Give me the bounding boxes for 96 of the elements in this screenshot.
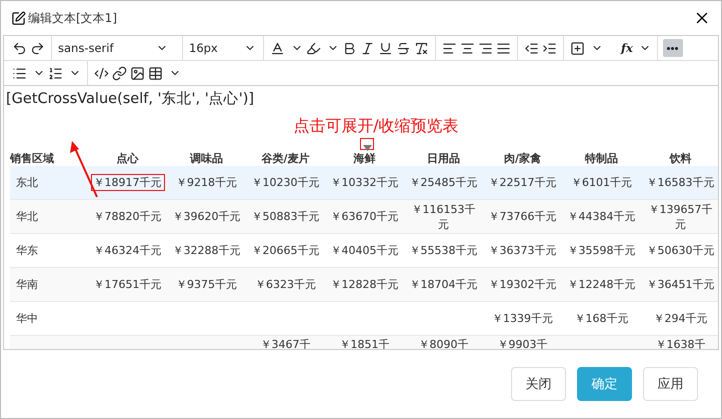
align-left-icon [442, 40, 457, 56]
value-cell-text: ￥10332千元 [330, 175, 400, 190]
expand-toggle-button[interactable] [360, 138, 374, 150]
value-cell-text: ￥20665千元 [250, 243, 320, 258]
value-cell-text: ￥50630千元 [646, 243, 716, 258]
value-cell: ￥18917千元 [90, 174, 164, 191]
value-cell-text: ￥168千元 [574, 311, 630, 326]
value-cell-text: ￥8090千 [418, 337, 470, 349]
value-cell-text: ￥9903千 [496, 337, 548, 349]
highlight-icon [306, 40, 321, 56]
region-cell: 华南 [16, 278, 38, 291]
value-cell-text: ￥18704千元 [408, 277, 478, 292]
value-cell-text: ￥73766千元 [488, 209, 558, 224]
table-row[interactable]: 华北 ￥78820千元 ￥39620千元 ￥50883千元 ￥63670千元 ￥116153千元 ￥73766千元 ￥44384千元 ￥139657千元 [10, 200, 718, 234]
value-cell-text: ￥1638千 [654, 337, 706, 349]
font-dropdown[interactable]: sans-serif [57, 39, 169, 57]
more-icon [667, 46, 678, 50]
image-icon [130, 66, 145, 80]
value-cell-text: ￥63670千元 [330, 209, 400, 224]
column-header: 调味品 [167, 150, 246, 166]
value-cell-text: ￥12248千元 [566, 277, 636, 292]
column-header: 日用品 [404, 150, 483, 166]
value-cell-text: ￥50883千元 [250, 209, 320, 224]
clear-format-icon [414, 40, 429, 56]
table-icon [148, 66, 163, 80]
link-icon [112, 66, 127, 80]
column-header: 饮料 [641, 150, 718, 166]
annotation-text: 点击可展开/收缩预览表 [292, 115, 460, 136]
numbered-list-icon [48, 66, 63, 80]
value-cell-text: ￥116153千元 [410, 202, 476, 232]
align-center-icon [460, 40, 475, 56]
value-cell-text: ￥35598千元 [566, 243, 636, 258]
align-right-icon [478, 40, 493, 56]
strikethrough-icon [396, 40, 411, 56]
value-cell-text: ￥12828千元 [330, 277, 400, 292]
value-cell-text: ￥25485千元 [408, 175, 478, 190]
italic-icon [360, 40, 375, 56]
triangle-icon [362, 145, 372, 151]
justify-icon [496, 40, 511, 56]
font-color-icon [270, 40, 285, 56]
value-cell-text: ￥32288千元 [172, 243, 242, 258]
font-size-dropdown[interactable]: 16px [188, 39, 257, 57]
outdent-icon [524, 40, 539, 56]
value-cell-text: ￥1851千 [338, 337, 390, 349]
region-cell: 华东 [16, 244, 38, 257]
region-cell: 东北 [16, 176, 38, 189]
value-cell-text: ￥39620千元 [172, 209, 242, 224]
value-cell-text: ￥9218千元 [175, 175, 238, 190]
column-header: 特制品 [562, 150, 641, 166]
column-header: 点心 [88, 150, 167, 166]
column-header: 销售区域 [10, 150, 88, 166]
value-cell-text: ￥17651千元 [92, 277, 162, 292]
annotation-arrow [70, 141, 100, 199]
value-cell-text: ￥9375千元 [175, 277, 238, 292]
value-cell-text: ￥16583千元 [646, 175, 716, 190]
value-cell-text: ￥1339千元 [491, 311, 554, 326]
region-cell: 华北 [16, 210, 38, 223]
code-icon [94, 66, 109, 80]
insert-text-box-icon [570, 40, 585, 56]
value-cell-text: ￥55538千元 [408, 243, 478, 258]
undo-icon [12, 40, 27, 56]
value-cell-text: ￥36373千元 [488, 243, 558, 258]
underline-icon [378, 40, 393, 56]
table-row[interactable]: 华中 ￥1339千元 ￥168千元 ￥294千元 [10, 302, 718, 336]
window-title: 编辑文本[文本1] [28, 10, 118, 26]
link-button[interactable] [111, 64, 128, 82]
redo-icon [30, 40, 45, 56]
value-cell-text: ￥6323千元 [254, 277, 317, 292]
edit-icon [11, 10, 26, 26]
dialog-button[interactable]: 应用 [643, 367, 698, 401]
table-row[interactable]: ￥3467千 ￥1851千 ￥8090千 ￥9903千 ￥1638千 [10, 336, 718, 349]
value-cell-text: ￥40405千元 [330, 243, 400, 258]
value-cell-text: ￥10230千元 [250, 175, 320, 190]
column-header: 肉/家禽 [483, 150, 562, 166]
region-cell: 华中 [16, 312, 38, 325]
value-cell-text: ￥139657千元 [648, 202, 714, 232]
table-row[interactable]: 华南 ￥17651千元 ￥9375千元 ￥6323千元 ￥12828千元 ￥18704千元 ￥19302千元 ￥12248千元 ￥36451千元 [10, 268, 718, 302]
column-header: 海鲜 [325, 150, 404, 166]
formula-button[interactable]: fx [620, 39, 652, 57]
value-cell-text: ￥36451千元 [646, 277, 716, 292]
value-cell-text: ￥294千元 [652, 311, 708, 326]
dialog-button[interactable]: 关闭 [511, 367, 566, 401]
value-cell-text: ￥6101千元 [570, 175, 633, 190]
indent-icon [542, 40, 557, 56]
value-cell-text: ￥19302千元 [488, 277, 558, 292]
editor-text[interactable]: [GetCrossValue(self, '东北', '点心')] [4, 86, 718, 108]
more-button[interactable] [662, 39, 683, 57]
value-cell-text: ￥46324千元 [92, 243, 162, 258]
value-cell-text: ￥78820千元 [92, 209, 162, 224]
value-cell-text: ￥44384千元 [566, 209, 636, 224]
table-row[interactable]: 华东 ￥46324千元 ￥32288千元 ￥20665千元 ￥40405千元 ￥55538千元 ￥36373千元 ￥35598千元 ￥50630千元 [10, 234, 718, 268]
bold-icon [342, 40, 357, 56]
column-header: 谷类/麦片 [246, 150, 325, 166]
value-cell-text: ￥22517千元 [488, 175, 558, 190]
bullet-list-icon [12, 66, 27, 80]
value-cell-text: ￥3467千 [260, 337, 312, 349]
